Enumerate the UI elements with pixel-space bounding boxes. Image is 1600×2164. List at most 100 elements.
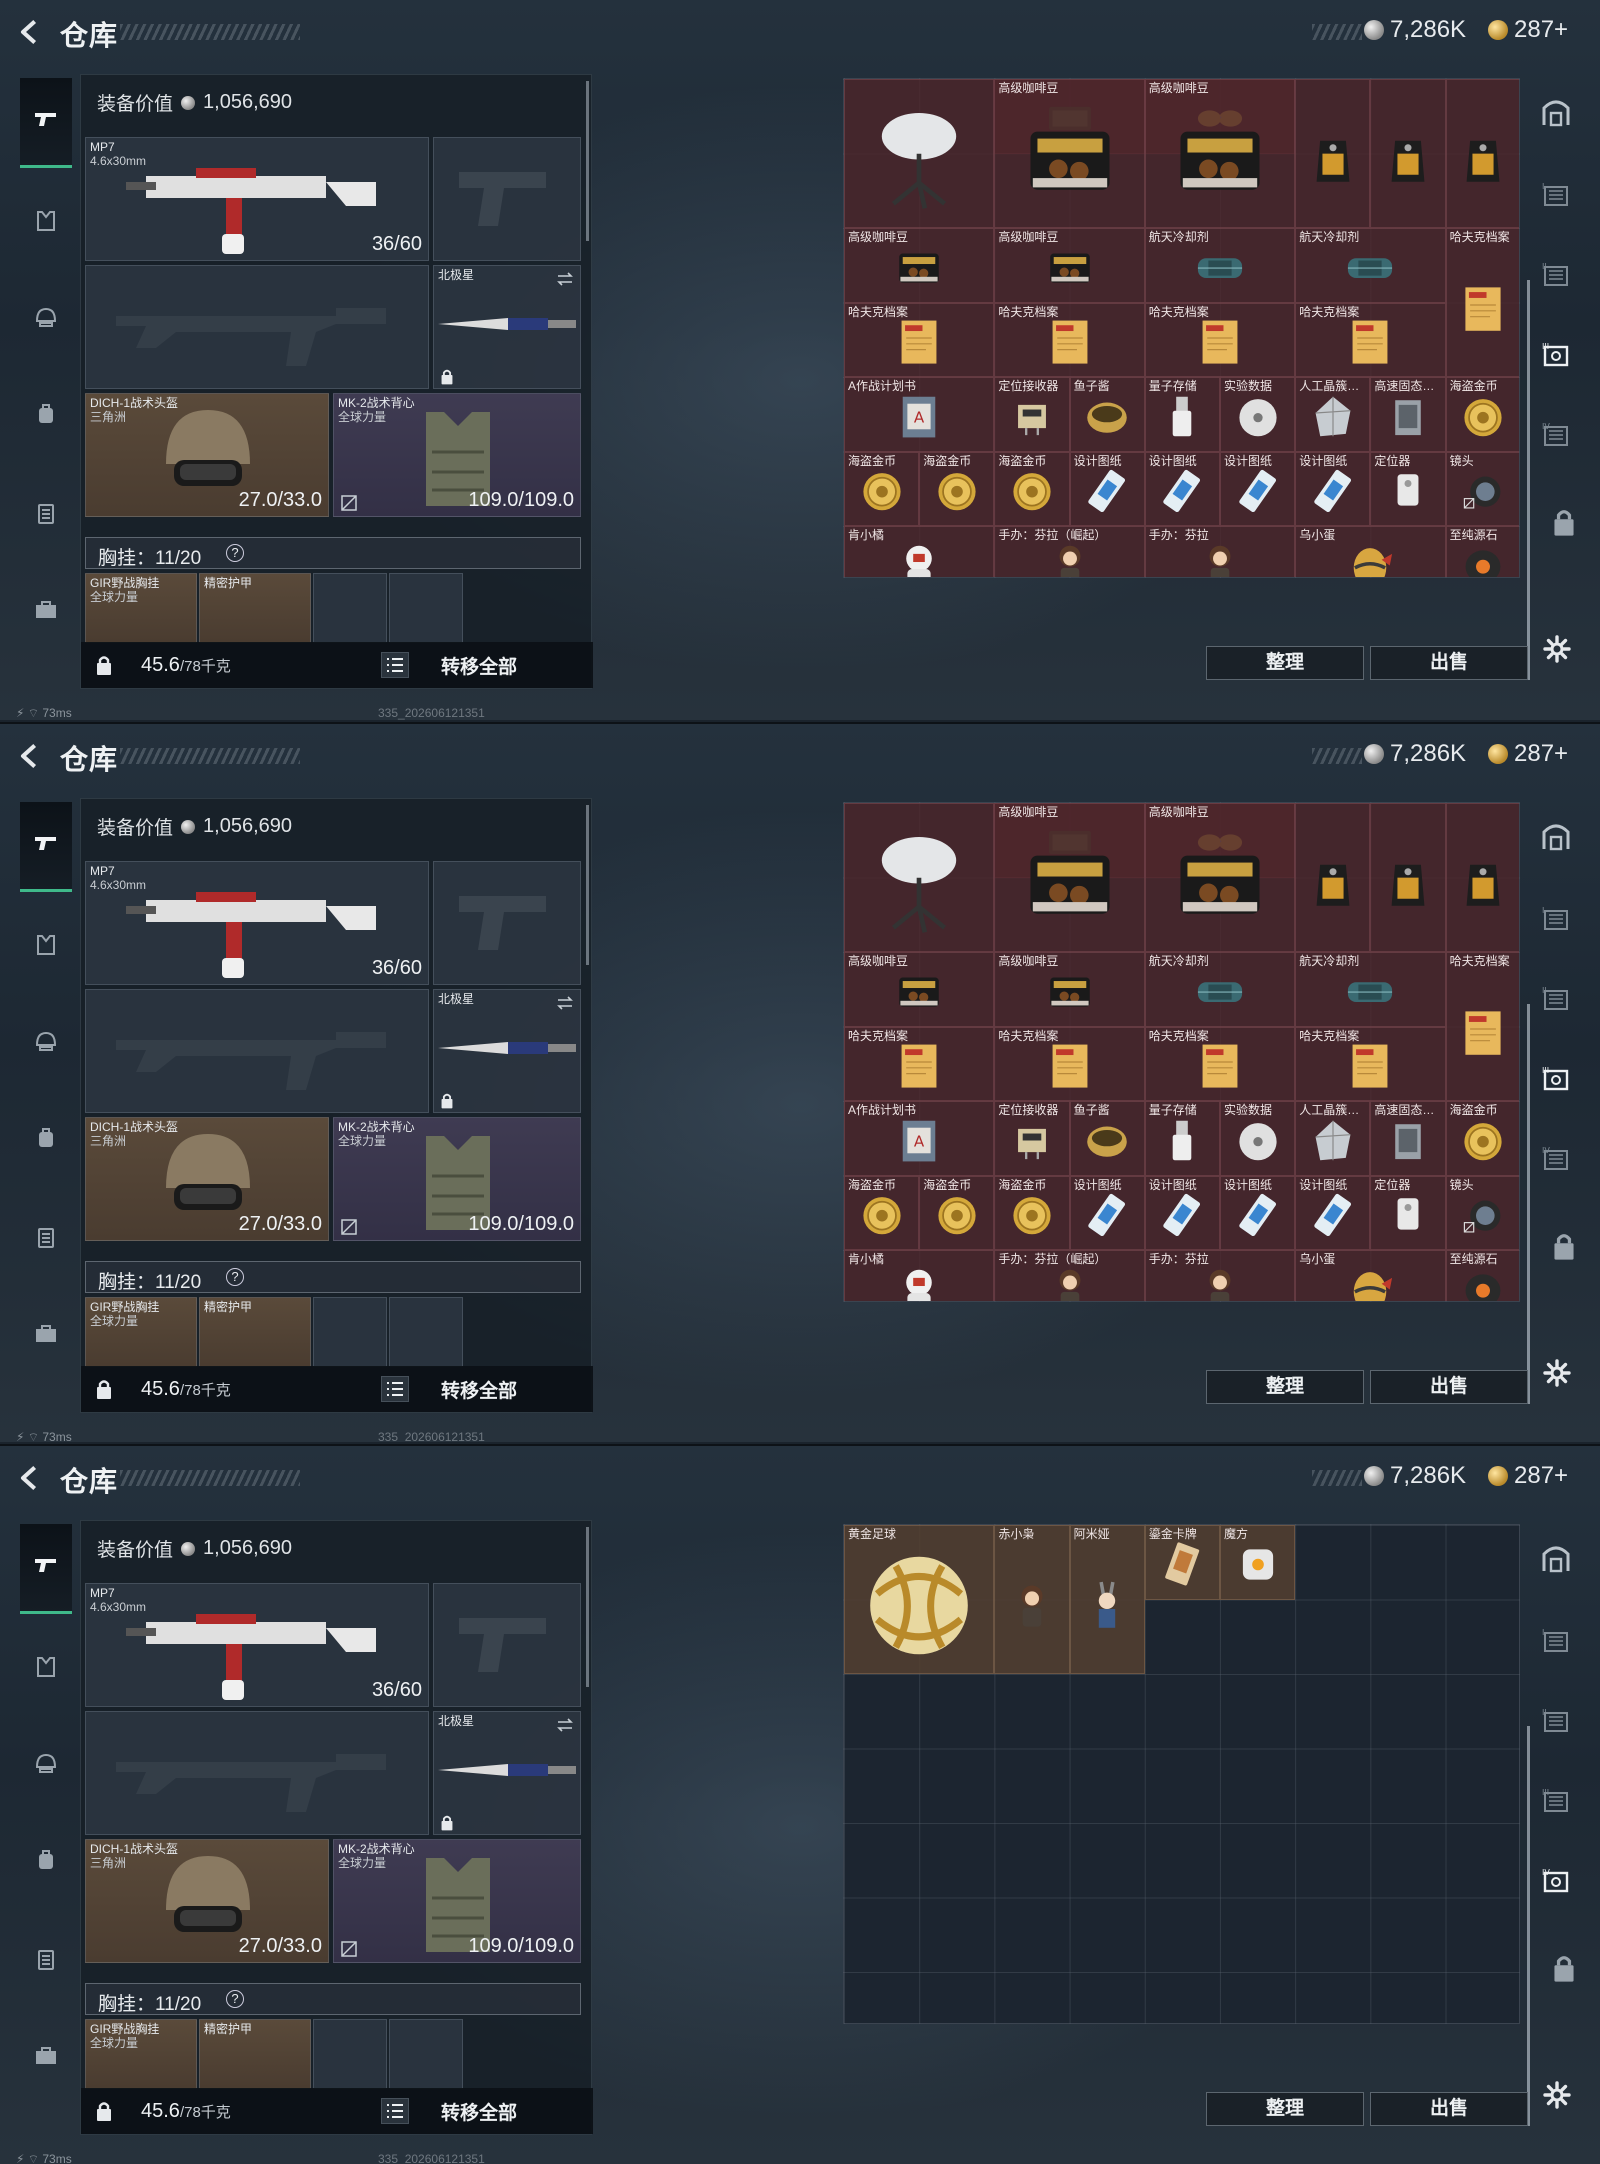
stash-item[interactable]: 高级咖啡豆: [844, 228, 995, 303]
shelf-tab-2[interactable]: II: [1536, 257, 1576, 297]
shelf-tab-1[interactable]: I: [1536, 177, 1576, 217]
stash-item[interactable]: [1445, 79, 1519, 228]
stash-item[interactable]: 设计图纸: [1069, 451, 1145, 526]
stash-item[interactable]: 量子存储: [1144, 1101, 1220, 1176]
stash-item[interactable]: 高速固态…: [1370, 1101, 1446, 1176]
stash-item[interactable]: 海盗金币: [919, 1175, 995, 1250]
sell-button[interactable]: 出售: [1370, 1370, 1528, 1404]
shelf-tab-4[interactable]: IV: [1536, 1863, 1576, 1903]
sidearm-slot[interactable]: [433, 861, 581, 985]
stash-item[interactable]: [844, 79, 995, 228]
stash-item[interactable]: 鱼子酱: [1069, 377, 1145, 452]
back-arrow-icon[interactable]: [16, 1464, 44, 1492]
stash-item[interactable]: 高级咖啡豆: [1144, 79, 1296, 228]
rig-item-slot[interactable]: GIR野战胸挂 全球力量: [85, 1297, 197, 1367]
gold-currency[interactable]: 287+: [1488, 1462, 1568, 1490]
nav-weapons[interactable]: [20, 1524, 72, 1614]
stash-item[interactable]: 实验数据: [1220, 377, 1296, 452]
help-icon[interactable]: ?: [226, 544, 244, 562]
sell-button[interactable]: 出售: [1370, 646, 1528, 680]
stash-item[interactable]: 人工晶簇…: [1295, 377, 1371, 452]
nav-helmet[interactable]: [20, 274, 72, 364]
nav-armor[interactable]: [20, 1624, 72, 1714]
melee-slot[interactable]: 北极星: [433, 1711, 581, 1835]
shelf-tab-1[interactable]: I: [1536, 901, 1576, 941]
lock-icon[interactable]: [95, 2100, 113, 2122]
list-icon[interactable]: [381, 2098, 409, 2124]
list-icon[interactable]: [381, 652, 409, 678]
stash-item[interactable]: [1370, 803, 1446, 952]
secondary-weapon-slot[interactable]: [85, 989, 429, 1113]
transfer-all-button[interactable]: 转移全部: [441, 652, 517, 679]
stash-item[interactable]: 乌小蛋: [1295, 526, 1446, 577]
shelf-tab-4[interactable]: IV: [1536, 1141, 1576, 1181]
help-icon[interactable]: ?: [226, 1990, 244, 2008]
vault-tab[interactable]: [1536, 819, 1576, 859]
swap-icon[interactable]: [556, 272, 574, 286]
rig-item-slot-2[interactable]: 精密护甲: [199, 2019, 311, 2089]
primary-weapon-slot[interactable]: MP7 4.6x30mm 36/60: [85, 861, 429, 985]
stash-item[interactable]: 手办：芬拉（崛起）: [994, 526, 1145, 577]
stash-item[interactable]: 设计图纸: [1220, 451, 1296, 526]
stash-item[interactable]: 设计图纸: [1144, 451, 1220, 526]
stash-item[interactable]: 鎏金卡牌: [1144, 1525, 1220, 1600]
shelf-tab-3[interactable]: III: [1536, 1783, 1576, 1823]
nav-armor[interactable]: [20, 178, 72, 268]
nav-helmet[interactable]: [20, 998, 72, 1088]
rig-item-slot-2[interactable]: 精密护甲: [199, 573, 311, 643]
stash-item[interactable]: 定位接收器: [994, 377, 1070, 452]
melee-slot[interactable]: 北极星: [433, 265, 581, 389]
stash-item[interactable]: 手办：芬拉（崛起）: [994, 1250, 1145, 1301]
shelf-tab-3[interactable]: III: [1536, 1061, 1576, 1101]
stash-item[interactable]: 设计图纸: [1220, 1175, 1296, 1250]
stash-item[interactable]: 哈夫克档案: [1144, 1026, 1296, 1101]
gold-currency[interactable]: 287+: [1488, 740, 1568, 768]
stash-item[interactable]: A A作战计划书: [844, 377, 995, 452]
shelf-tab-3[interactable]: III: [1536, 337, 1576, 377]
stash-item[interactable]: 高级咖啡豆: [994, 952, 1145, 1027]
nav-briefcase[interactable]: [20, 1290, 72, 1380]
loadout-scrollbar[interactable]: [586, 1527, 589, 1687]
stash-item[interactable]: 海盗金币: [994, 451, 1070, 526]
stash-item[interactable]: 航天冷却剂: [1144, 952, 1296, 1027]
sort-button[interactable]: 整理: [1206, 1370, 1364, 1404]
stash-scrollbar[interactable]: [1527, 1004, 1530, 1404]
stash-item[interactable]: [1295, 803, 1371, 952]
stash-item[interactable]: A A作战计划书: [844, 1101, 995, 1176]
transfer-all-button[interactable]: 转移全部: [441, 1376, 517, 1403]
rig-item-slot[interactable]: GIR野战胸挂 全球力量: [85, 573, 197, 643]
stash-item[interactable]: 至纯源石: [1445, 526, 1519, 577]
nav-backpack[interactable]: [20, 1816, 72, 1906]
stash-item[interactable]: 高级咖啡豆: [994, 803, 1145, 952]
vault-tab[interactable]: [1536, 1541, 1576, 1581]
stash-item[interactable]: 镜头: [1445, 451, 1519, 526]
nav-weapons[interactable]: [20, 78, 72, 168]
stash-item[interactable]: 定位器: [1370, 1175, 1446, 1250]
rig-slot-empty[interactable]: [389, 1297, 463, 1367]
stash-item[interactable]: [1445, 803, 1519, 952]
nav-armor[interactable]: [20, 902, 72, 992]
stash-item[interactable]: 哈夫克档案: [1295, 1026, 1446, 1101]
stash-item[interactable]: 哈夫克档案: [1295, 302, 1446, 377]
back-arrow-icon[interactable]: [16, 18, 44, 46]
stash-item[interactable]: 量子存储: [1144, 377, 1220, 452]
stash-item[interactable]: [1295, 79, 1371, 228]
stash-scrollbar[interactable]: [1527, 1726, 1530, 2126]
stash-item[interactable]: 赤小枭: [994, 1525, 1070, 1674]
nav-case[interactable]: [20, 1194, 72, 1284]
shelf-tab-2[interactable]: II: [1536, 1703, 1576, 1743]
stash-item[interactable]: 海盗金币: [994, 1175, 1070, 1250]
stash-item[interactable]: 设计图纸: [1295, 1175, 1371, 1250]
sort-button[interactable]: 整理: [1206, 646, 1364, 680]
stash-item[interactable]: 海盗金币: [919, 451, 995, 526]
stash-item[interactable]: 海盗金币: [844, 1175, 920, 1250]
shelf-tab-1[interactable]: I: [1536, 1623, 1576, 1663]
shelf-tab-2[interactable]: II: [1536, 981, 1576, 1021]
stash-item[interactable]: 设计图纸: [1295, 451, 1371, 526]
vault-tab[interactable]: [1536, 95, 1576, 135]
stash-item[interactable]: 实验数据: [1220, 1101, 1296, 1176]
stash-item[interactable]: 哈夫克档案: [1445, 228, 1519, 377]
chest-rig-row[interactable]: 胸挂：11/20 ?: [85, 537, 581, 569]
nav-backpack[interactable]: [20, 1094, 72, 1184]
nav-briefcase[interactable]: [20, 566, 72, 656]
